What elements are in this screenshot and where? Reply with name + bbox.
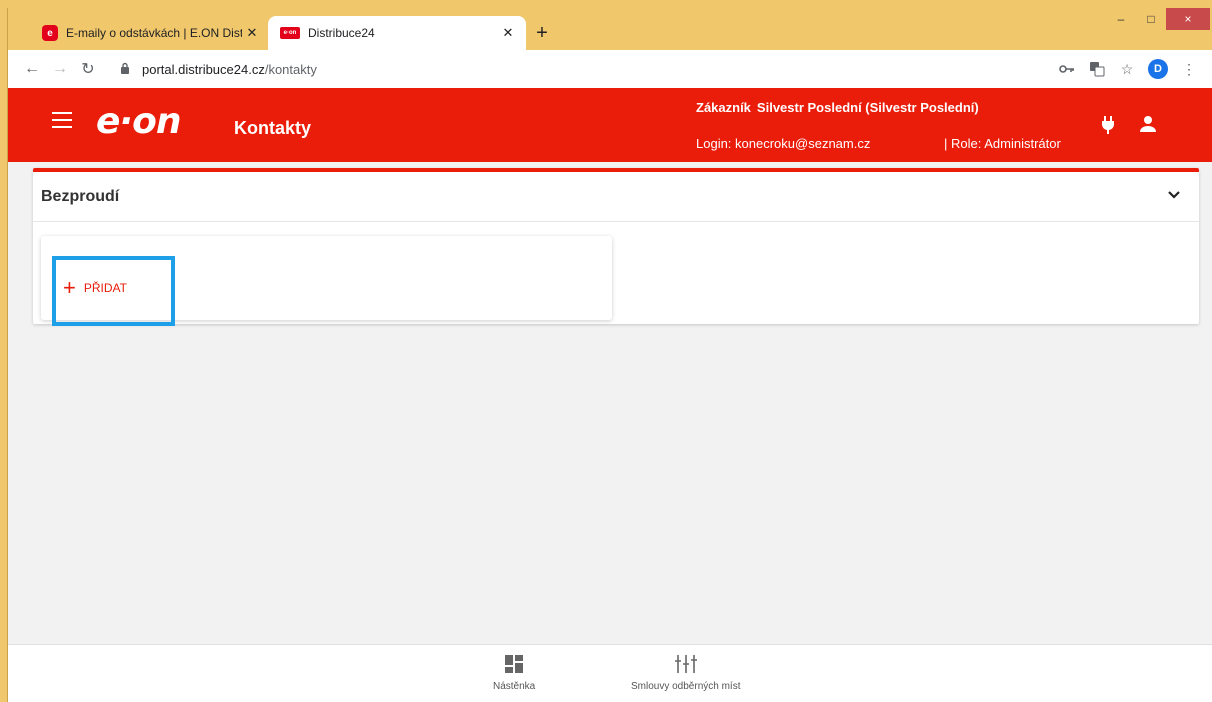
tab-title: Distribuce24 — [308, 26, 375, 40]
url-host: portal.distribuce24.cz — [142, 61, 265, 77]
nav-label: Smlouvy odběrných míst — [631, 681, 741, 692]
plug-icon[interactable] — [1101, 116, 1115, 134]
browser-toolbar: ← → ↻ portal.distribuce24.cz/kontakty ☆ … — [8, 50, 1212, 88]
add-button-label: PŘIDAT — [83, 281, 127, 295]
eon-favicon-icon: e — [42, 25, 58, 41]
tab-distribuce24[interactable]: e·on Distribuce24 ✕ — [268, 16, 526, 50]
plus-icon: + — [63, 275, 76, 300]
tab-emaily[interactable]: e E-maily o odstávkách | E.ON Dist ✕ — [30, 16, 270, 50]
login-info: Login: konecroku@seznam.cz — [696, 136, 871, 151]
eon-logo[interactable]: e·on — [96, 104, 181, 140]
url-path: /kontakty — [264, 61, 317, 77]
page-title: Kontakty — [234, 118, 312, 138]
customer-name: Silvestr Poslední (Silvestr Poslední) — [756, 100, 979, 115]
close-window-button[interactable]: × — [1166, 8, 1210, 30]
translate-icon[interactable] — [1082, 55, 1112, 83]
bookmark-star-icon[interactable]: ☆ — [1112, 55, 1142, 83]
more-menu-icon[interactable]: ⋮ — [1174, 55, 1204, 83]
contacts-panel: + PŘIDAT — [41, 236, 612, 320]
minimize-button[interactable]: – — [1106, 8, 1136, 30]
add-button[interactable]: + PŘIDAT — [63, 275, 127, 300]
new-tab-button[interactable]: + — [530, 22, 554, 46]
toolbar-actions: ☆ D ⋮ — [1052, 55, 1204, 83]
bezproudi-card: Bezproudí + PŘIDAT — [33, 168, 1199, 324]
card-header[interactable]: Bezproudí — [33, 172, 1199, 222]
window-controls: – □ × — [1106, 8, 1210, 30]
customer-label: Zákazník — [696, 100, 751, 115]
maximize-button[interactable]: □ — [1136, 8, 1166, 30]
nav-label: Nástěnka — [493, 681, 536, 692]
eon-favicon-icon: e·on — [280, 27, 300, 39]
back-arrow-icon[interactable]: ← — [18, 55, 46, 83]
nav-item-smlouvy[interactable]: Smlouvy odběrných míst — [631, 655, 741, 692]
meters-icon — [674, 655, 697, 673]
reload-icon[interactable]: ↻ — [74, 55, 102, 83]
app-header: e·on Kontakty Zákazník Silvestr Poslední … — [8, 88, 1212, 162]
card-title: Bezproudí — [41, 188, 120, 205]
browser-window: e E-maily o odstávkách | E.ON Dist ✕ e·o… — [7, 8, 1212, 702]
close-tab-icon[interactable]: ✕ — [242, 25, 262, 41]
profile-avatar[interactable]: D — [1148, 59, 1168, 79]
key-icon[interactable] — [1052, 55, 1082, 83]
customer-info: Zákazník Silvestr Poslední (Silvestr Posl… — [696, 100, 979, 115]
address-bar[interactable]: portal.distribuce24.cz/kontakty — [110, 55, 1020, 83]
role-info: | Role: Administrátor — [944, 136, 1061, 151]
hamburger-menu-icon[interactable] — [52, 112, 72, 128]
forward-arrow-icon[interactable]: → — [46, 55, 74, 83]
user-account-icon[interactable] — [1140, 115, 1156, 133]
chevron-down-icon[interactable] — [1167, 188, 1181, 202]
close-tab-icon[interactable]: ✕ — [498, 25, 518, 41]
nav-item-nastenka[interactable]: Nástěnka — [493, 655, 535, 692]
dashboard-icon — [505, 655, 524, 673]
lock-icon — [120, 62, 136, 77]
tab-title: E-maily o odstávkách | E.ON Dist — [66, 26, 242, 40]
bottom-navigation: Nástěnka Smlouvy odběrných míst — [8, 644, 1212, 702]
tab-strip: e E-maily o odstávkách | E.ON Dist ✕ e·o… — [8, 8, 1212, 50]
